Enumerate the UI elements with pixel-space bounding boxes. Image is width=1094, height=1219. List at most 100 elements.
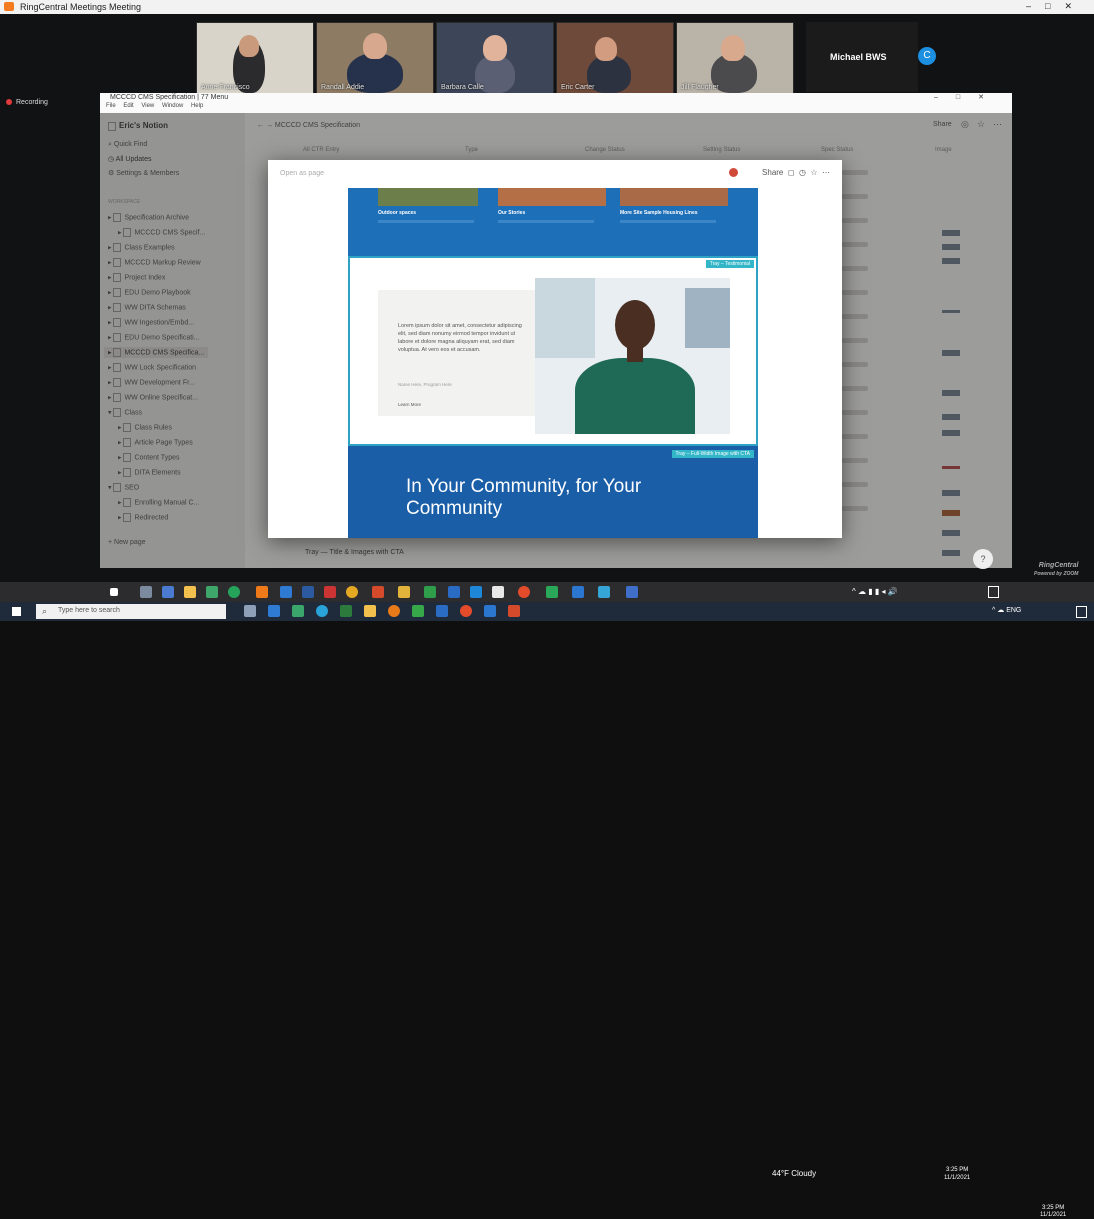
app-icon[interactable] (372, 586, 384, 598)
participant-tile[interactable]: Jill Flaugher (676, 22, 794, 94)
maximize-button[interactable]: □ (1045, 1, 1064, 11)
app-icon[interactable] (316, 605, 328, 617)
app-icon[interactable] (340, 605, 352, 617)
app-icon[interactable] (324, 586, 336, 598)
windows-start-icon[interactable] (12, 607, 21, 616)
notion-maximize-button[interactable]: □ (956, 94, 978, 101)
participant-name: Jill Flaugher (681, 84, 719, 91)
record-dot-icon (6, 99, 12, 106)
app-icon[interactable] (388, 605, 400, 617)
learn-more-link[interactable]: Learn More (398, 402, 421, 407)
close-button[interactable]: ✕ (1064, 1, 1086, 11)
quote-attribution: Name Here, Program Here (398, 382, 452, 387)
folder-icon[interactable] (184, 586, 196, 598)
taskbar-search[interactable]: ⌕ Type here to search (36, 604, 226, 619)
notion-icon[interactable] (492, 586, 504, 598)
avatar: C (918, 47, 936, 65)
search-icon: ⌕ (42, 606, 48, 616)
search-placeholder: Type here to search (58, 607, 120, 614)
task-view-icon[interactable] (244, 605, 256, 617)
word-icon[interactable] (302, 586, 314, 598)
windows-start-icon[interactable] (110, 588, 118, 596)
recording-label: Recording (16, 99, 48, 106)
app-icon[interactable] (460, 605, 472, 617)
app-icon[interactable] (598, 586, 610, 598)
remote-clock[interactable]: 3:25 PM 11/1/2021 (944, 1166, 970, 1182)
app-icon[interactable] (228, 586, 240, 598)
star-icon[interactable]: ☆ (810, 168, 817, 177)
participant-tile[interactable]: Randall Addie (316, 22, 434, 94)
weather-widget[interactable]: 44°F Cloudy (772, 1169, 816, 1178)
menu-window[interactable]: Window (162, 103, 183, 109)
app-icon[interactable] (280, 586, 292, 598)
participant-tile[interactable]: Eric Carter (556, 22, 674, 94)
notion-close-button[interactable]: ✕ (978, 94, 1002, 101)
system-clock[interactable]: 3:25 PM 11/1/2021 (1040, 1205, 1066, 1219)
minimize-button[interactable]: – (1026, 1, 1045, 11)
ringcentral-brand: RingCentral Powered by ZOOM (1034, 562, 1079, 577)
notifications-icon[interactable] (988, 586, 999, 598)
card-title: More Site Sample Housing Lines (620, 210, 698, 216)
app-icon[interactable] (484, 605, 496, 617)
folder-icon[interactable] (364, 605, 376, 617)
comment-icon[interactable]: ◻ (788, 168, 795, 177)
page-preview-modal: Open as page Share ◻ ◷ ☆ ⋯ Outdoor space… (268, 160, 842, 538)
app-icon[interactable] (412, 605, 424, 617)
participant-name: Barbara Calle (441, 84, 484, 91)
modal-toolbar: Share ◻ ◷ ☆ ⋯ (728, 168, 830, 178)
mock-cards-band: Outdoor spaces Our Stories More Site Sam… (348, 188, 758, 256)
app-icon[interactable] (162, 586, 174, 598)
app-icon[interactable] (448, 586, 460, 598)
app-icon[interactable] (206, 586, 218, 598)
card-title: Outdoor spaces (378, 210, 417, 216)
app-icon[interactable] (626, 586, 638, 598)
notion-minimize-button[interactable]: – (934, 94, 956, 101)
app-titlebar: RingCentral Meetings Meeting –□✕ (0, 0, 1094, 14)
notion-window-title: MCCCD CMS Specification | 77 Menu (110, 94, 229, 101)
modal-share-button[interactable]: Share (762, 168, 783, 177)
card-image (620, 188, 728, 206)
app-icon[interactable] (436, 605, 448, 617)
participant-tile[interactable]: Anne Francisco (196, 22, 314, 94)
window-controls[interactable]: –□✕ (1026, 1, 1086, 12)
participant-tile[interactable]: Barbara Calle (436, 22, 554, 94)
notion-titlebar: MCCCD CMS Specification | 77 Menu –□✕ (100, 93, 1012, 103)
more-icon[interactable]: ⋯ (822, 168, 830, 177)
app-icon[interactable] (424, 586, 436, 598)
app-icon[interactable] (268, 605, 280, 617)
menu-help[interactable]: Help (191, 103, 203, 109)
app-icon[interactable] (256, 586, 268, 598)
menu-edit[interactable]: Edit (123, 103, 133, 109)
card-title: Our Stories (498, 210, 526, 216)
help-button[interactable]: ? (973, 549, 993, 569)
person-photo (535, 278, 730, 434)
notion-menubar: File Edit View Window Help (100, 103, 1012, 113)
app-icon[interactable] (470, 586, 482, 598)
app-icon[interactable] (518, 586, 530, 598)
notifications-icon[interactable] (1076, 606, 1087, 618)
task-view-icon[interactable] (140, 586, 152, 598)
design-mockup-image: Outdoor spaces Our Stories More Site Sam… (348, 188, 758, 538)
app-icon[interactable] (546, 586, 558, 598)
participant-name: Eric Carter (561, 84, 595, 91)
speaker-name: Michael BWS (830, 52, 887, 62)
testimonial-tray: Tray – Testimonial Lorem ipsum dolor sit… (348, 256, 758, 446)
chrome-icon[interactable] (346, 586, 358, 598)
cta-headline: In Your Community, for Your Community (406, 476, 642, 519)
menu-file[interactable]: File (106, 103, 116, 109)
open-as-page-button[interactable]: Open as page (280, 170, 324, 177)
app-icon[interactable] (572, 586, 584, 598)
notion-window-controls[interactable]: –□✕ (934, 93, 1002, 101)
card-image (498, 188, 606, 206)
system-tray-icons[interactable]: ^ ☁ ▮ ▮ ◂ 🔊 (852, 587, 898, 596)
menu-view[interactable]: View (141, 103, 154, 109)
full-width-cta-tray: Tray – Full-Width Image with CTA In Your… (348, 446, 758, 538)
app-icon[interactable] (292, 605, 304, 617)
quote-card: Lorem ipsum dolor sit amet, consectetur … (378, 290, 538, 416)
participant-name: Anne Francisco (201, 84, 250, 91)
app-icon[interactable] (398, 586, 410, 598)
active-speaker-tile[interactable]: Michael BWS (806, 22, 918, 92)
system-tray[interactable]: ^ ☁ ENG (992, 606, 1021, 614)
app-icon[interactable] (508, 605, 520, 617)
clock-icon[interactable]: ◷ (799, 168, 806, 177)
